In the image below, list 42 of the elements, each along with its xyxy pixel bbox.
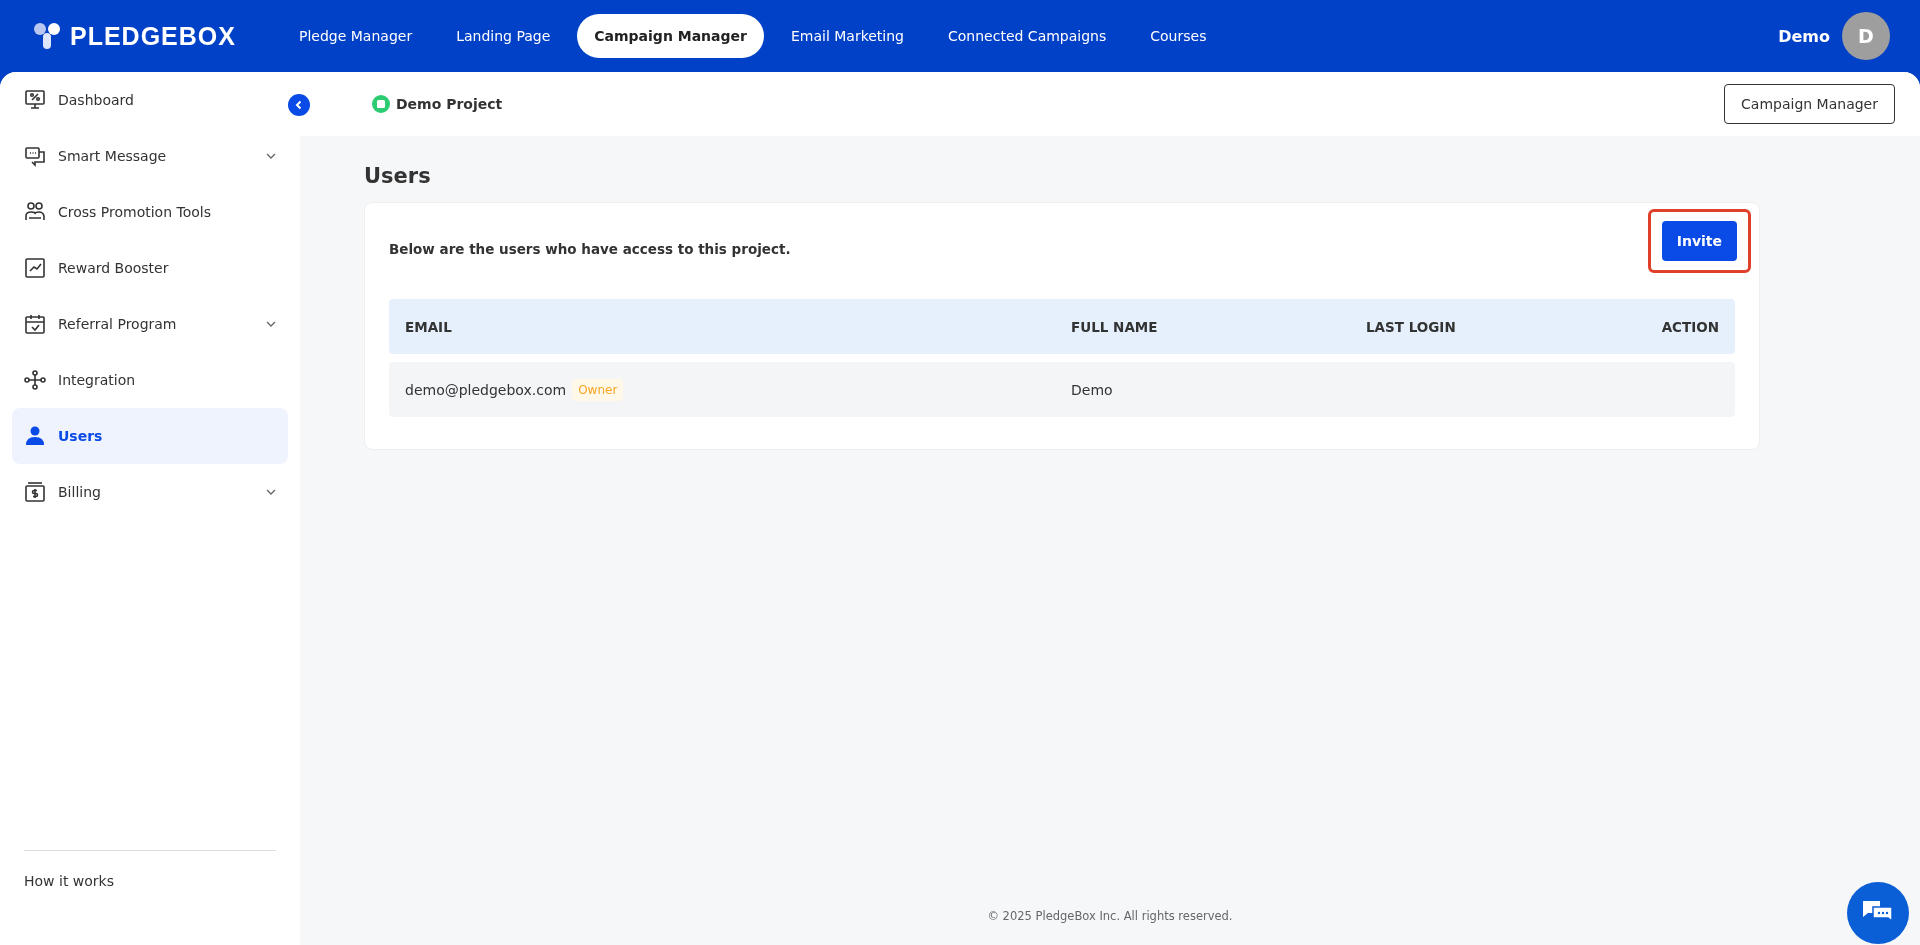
description-text: Below are the users who have access to this project.	[389, 241, 791, 257]
table-cell-text: Demo	[1071, 381, 1114, 398]
sidebar-item[interactable]: Reward Booster	[12, 240, 288, 296]
table-cell: demo@pledgebox.com	[405, 381, 567, 398]
sidebar-item[interactable]: Users	[12, 408, 288, 464]
bill-icon	[24, 481, 46, 503]
brand-name[interactable]: PLEDGEBOX	[70, 21, 236, 51]
chevron-left-icon	[294, 100, 304, 110]
user-name: Demo	[1778, 26, 1830, 46]
sidebar-item[interactable]: Dashboard	[12, 72, 288, 128]
network-icon	[24, 369, 46, 391]
page-title: Users	[364, 164, 432, 188]
sidebar-item[interactable]: Integration	[12, 352, 288, 408]
nav-tab[interactable]: Pledge Manager	[282, 14, 430, 58]
people-icon	[24, 201, 46, 223]
chat-icon	[24, 145, 46, 167]
column-header: FULL NAME	[1071, 318, 1159, 335]
column-header: ACTION	[1661, 318, 1719, 335]
column-header: EMAIL	[405, 318, 453, 335]
collapse-button[interactable]	[288, 94, 310, 116]
project-name: Demo Project	[396, 96, 503, 112]
campaign-manager-button[interactable]: Campaign Manager	[1724, 84, 1895, 124]
nav-tab[interactable]: Landing Page	[439, 14, 568, 58]
nav-tab[interactable]: Courses	[1133, 14, 1224, 58]
sidebar-item[interactable]: Cross Promotion Tools	[12, 184, 288, 240]
how-it-works-link[interactable]: How it works	[12, 873, 288, 889]
nav-tab[interactable]: Campaign Manager	[577, 14, 764, 58]
user-icon	[24, 425, 46, 447]
sidebar-item[interactable]: Smart Message	[12, 128, 288, 184]
sidebar-item[interactable]: Referral Program	[12, 296, 288, 352]
monitor-icon	[24, 89, 46, 111]
column-header: LAST LOGIN	[1366, 318, 1457, 335]
nav-tab[interactable]: Connected Campaigns	[931, 14, 1124, 58]
role-badge: Owner	[572, 378, 624, 401]
invite-button[interactable]: Invite	[1661, 221, 1737, 261]
chart-icon	[24, 257, 46, 279]
copyright-text: © 2025 PledgeBox Inc. All rights reserved.	[986, 909, 1234, 925]
sidebar-item[interactable]: Billing	[12, 464, 288, 520]
nav-tab[interactable]: Email Marketing	[773, 14, 921, 58]
calendar-icon	[24, 313, 46, 335]
project-icon	[372, 95, 390, 113]
logo-icon	[32, 21, 62, 51]
